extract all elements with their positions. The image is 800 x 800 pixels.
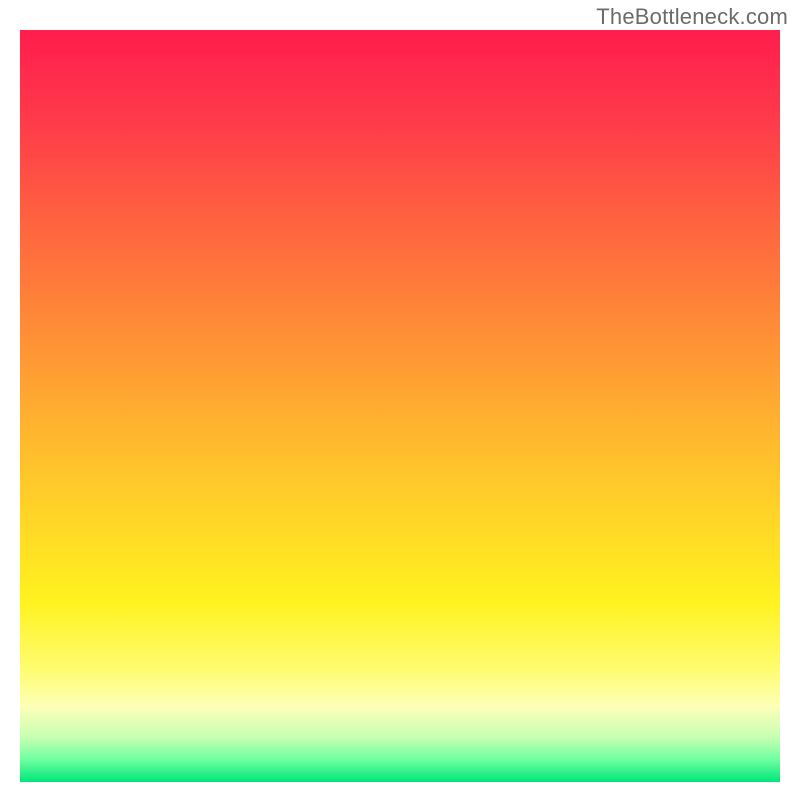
gradient-background	[20, 30, 780, 782]
plot-area	[20, 30, 780, 782]
chart-container: TheBottleneck.com	[0, 0, 800, 800]
watermark-text: TheBottleneck.com	[596, 4, 788, 30]
